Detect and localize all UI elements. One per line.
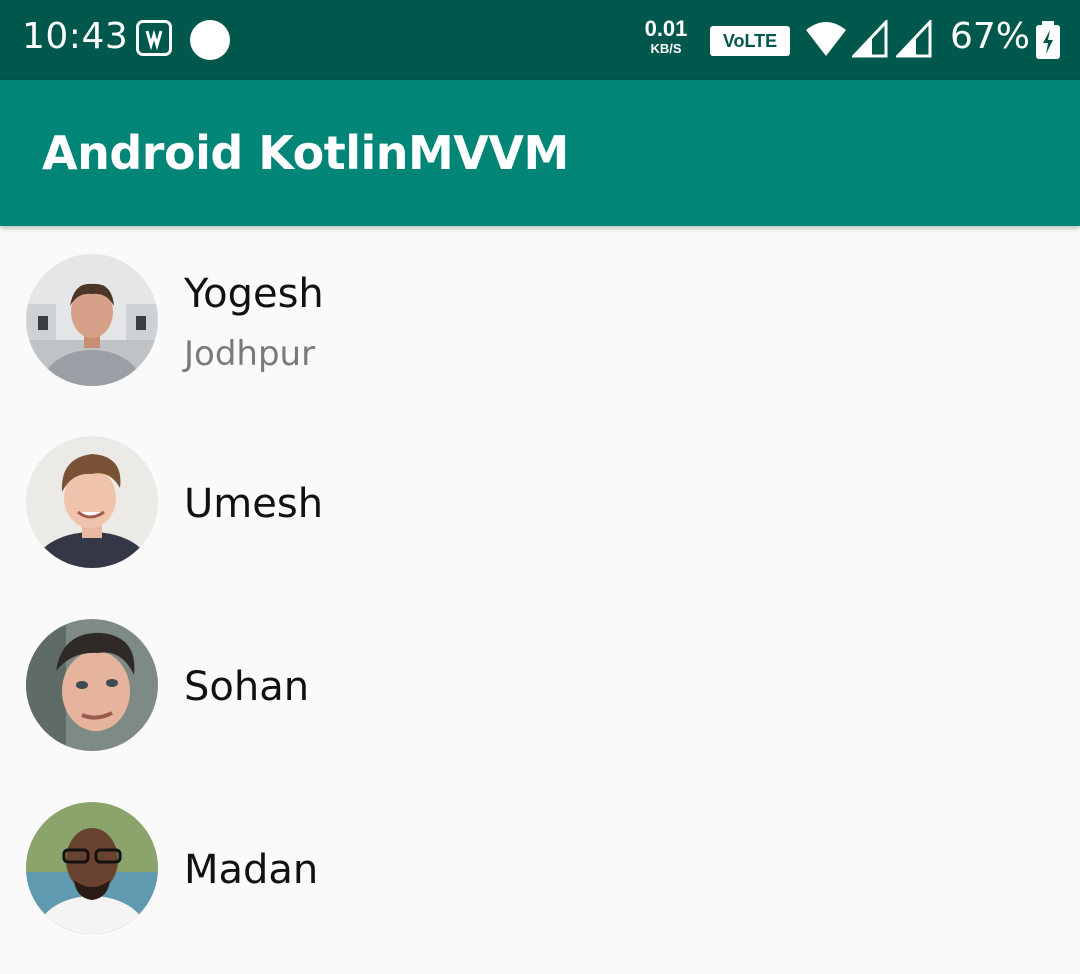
saavn-icon [136,20,172,56]
net-speed-unit: KB/S [650,41,682,56]
signal-icon [852,20,888,58]
status-bar: 10:43 0.01 KB/S VoLTE 67% [0,0,1080,80]
avatar [26,619,158,751]
network-speed: 0.01 KB/S [640,16,692,56]
net-speed-value: 0.01 [644,16,688,41]
list-item[interactable]: Umesh [0,410,1080,590]
list-item[interactable]: Sohan [0,593,1080,773]
notification-dot-icon [190,20,230,60]
user-name: Sohan [184,664,310,710]
user-name: Umesh [184,481,324,527]
list-item[interactable]: Yogesh Jodhpur [0,226,1080,406]
user-name: Yogesh [184,271,324,317]
list-item[interactable]: Madan [0,776,1080,956]
wifi-icon [806,22,846,56]
user-name: Madan [184,847,319,893]
volte-badge: VoLTE [710,26,790,56]
signal-icon-2 [896,20,932,58]
battery-percent: 67% [950,16,1031,57]
user-city: Jodhpur [184,334,316,374]
app-toolbar: Android KotlinMVVM [0,80,1080,226]
battery-charging-icon [1036,21,1060,59]
status-time: 10:43 [22,16,129,57]
avatar [26,436,158,568]
toolbar-title: Android KotlinMVVM [42,126,569,180]
avatar [26,254,158,386]
avatar [26,802,158,934]
